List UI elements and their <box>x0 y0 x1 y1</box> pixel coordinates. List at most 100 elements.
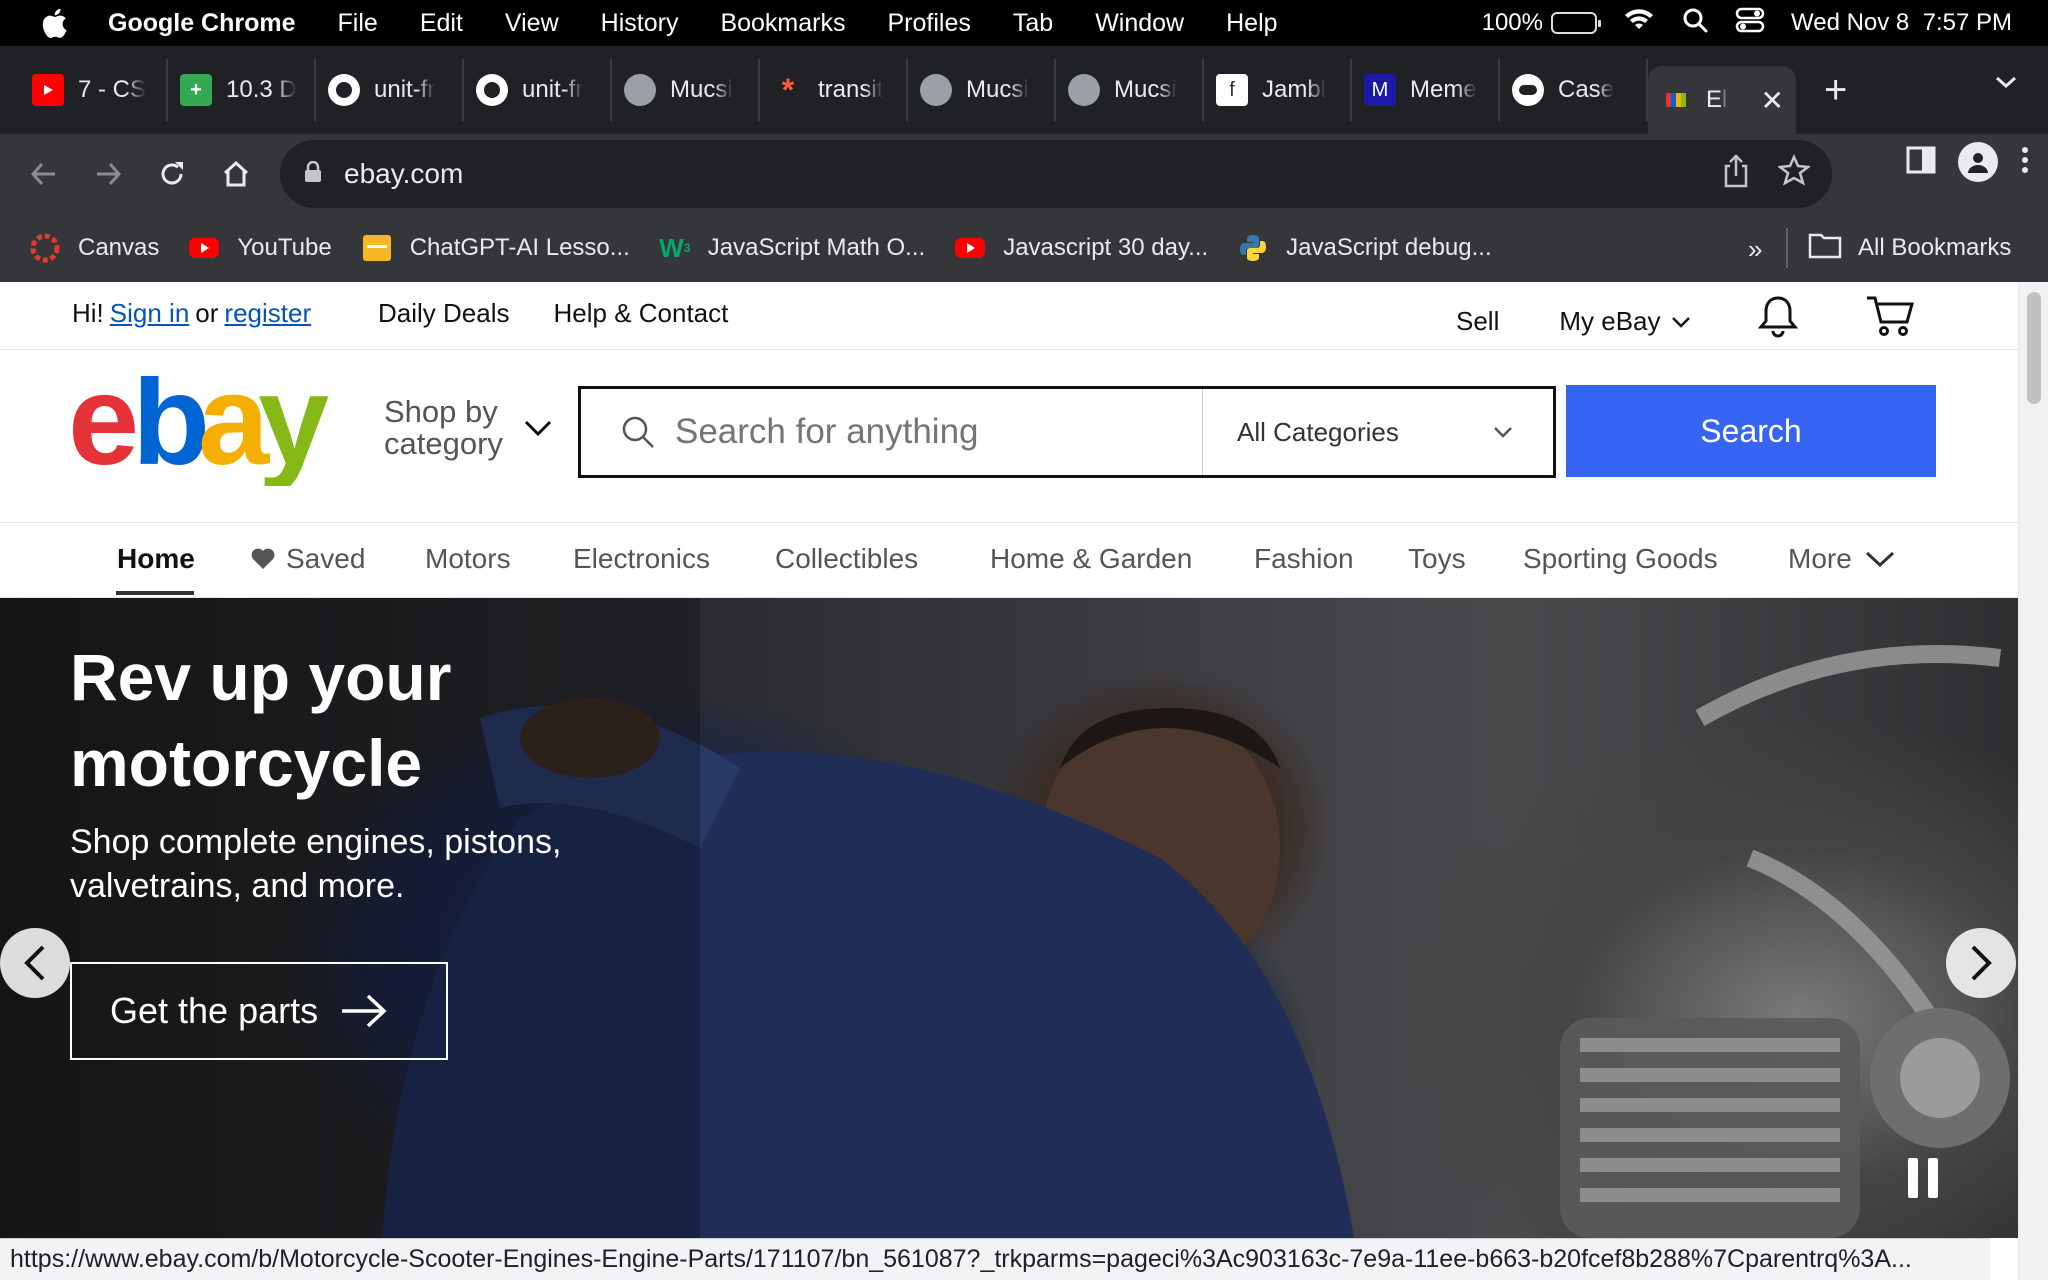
side-panel-icon[interactable] <box>1906 146 1936 179</box>
tab-4[interactable]: unit-fr <box>464 59 612 121</box>
menu-file[interactable]: File <box>338 9 378 38</box>
bookmark-javascript-math[interactable]: W3 JavaScript Math O... <box>658 231 925 265</box>
new-tab-icon[interactable]: + <box>1824 68 1847 113</box>
get-the-parts-button[interactable]: Get the parts <box>70 962 448 1060</box>
carousel-prev-button[interactable] <box>0 928 70 998</box>
menu-profiles[interactable]: Profiles <box>888 9 971 38</box>
tab-active-ebay[interactable]: El ✕ <box>1648 66 1796 134</box>
my-ebay-dropdown[interactable]: My eBay <box>1559 306 1690 337</box>
or-text: or <box>195 298 219 328</box>
page-scrollbar[interactable] <box>2018 282 2048 1280</box>
bookmark-youtube[interactable]: YouTube <box>187 231 332 265</box>
address-bar[interactable]: ebay.com <box>280 140 1832 208</box>
notification-bell-icon[interactable] <box>1757 294 1799 345</box>
menu-view[interactable]: View <box>505 9 559 38</box>
menu-tab[interactable]: Tab <box>1013 9 1053 38</box>
link-status-bar: https://www.ebay.com/b/Motorcycle-Scoote… <box>0 1238 1990 1280</box>
control-center-icon[interactable] <box>1735 6 1765 41</box>
nav-electronics[interactable]: Electronics <box>573 543 710 575</box>
menu-bookmarks[interactable]: Bookmarks <box>720 9 845 38</box>
reload-icon[interactable] <box>140 142 204 206</box>
ebay-logo[interactable]: e b a y <box>68 349 339 492</box>
arrow-right-icon <box>342 994 387 1028</box>
my-ebay-label: My eBay <box>1559 306 1661 336</box>
help-contact-link[interactable]: Help & Contact <box>554 298 729 329</box>
tab-7[interactable]: Mucsi <box>908 59 1056 121</box>
tab-title: unit-fr <box>522 76 584 103</box>
category-select[interactable]: All Categories <box>1202 389 1553 475</box>
carousel-next-button[interactable] <box>1946 928 2016 998</box>
nav-motors[interactable]: Motors <box>425 543 511 575</box>
nav-fashion[interactable]: Fashion <box>1254 543 1354 575</box>
tab-10[interactable]: M Meme <box>1352 59 1500 121</box>
bookmark-chatgpt-ai-lesson[interactable]: ChatGPT-AI Lesso... <box>360 231 630 265</box>
bookmarks-overflow-button[interactable]: » <box>1748 234 1762 265</box>
nav-home-garden[interactable]: Home & Garden <box>990 543 1192 575</box>
youtube-icon <box>187 231 221 265</box>
nav-home[interactable]: Home <box>117 543 195 575</box>
url-text[interactable]: ebay.com <box>344 158 463 190</box>
bookmark-canvas[interactable]: Canvas <box>28 231 159 265</box>
tab-search-chevron-icon[interactable] <box>1994 74 2018 95</box>
bookmark-star-icon[interactable] <box>1776 153 1812 195</box>
tab-3[interactable]: unit-fr <box>316 59 464 121</box>
menu-window[interactable]: Window <box>1095 9 1184 38</box>
back-arrow-icon[interactable] <box>12 142 76 206</box>
tab-close-icon[interactable]: ✕ <box>1761 84 1784 117</box>
bookmarks-bar: Canvas YouTube ChatGPT-AI Lesso... W3 Ja… <box>0 214 2048 282</box>
battery-status[interactable]: 100% <box>1482 9 1601 37</box>
tab-8[interactable]: Mucsi <box>1056 59 1204 121</box>
scrollbar-thumb[interactable] <box>2027 292 2041 404</box>
share-icon[interactable] <box>1722 154 1750 195</box>
chrome-tab-strip: 7 - CS + 10.3 D unit-fr unit-fr Mucsi * … <box>0 46 2048 134</box>
shop-by-category-dropdown[interactable]: Shop by category <box>384 396 553 460</box>
tab-11[interactable]: Case <box>1500 59 1648 121</box>
tab-1[interactable]: 7 - CS <box>20 59 168 121</box>
m-icon: M <box>1364 74 1396 106</box>
lock-icon[interactable] <box>304 158 322 190</box>
tab-5[interactable]: Mucsi <box>612 59 760 121</box>
heart-icon <box>251 548 275 569</box>
w3-icon: W3 <box>659 232 691 263</box>
svg-text:e: e <box>68 376 135 486</box>
clock-datetime[interactable]: Wed Nov 8 7:57 PM <box>1791 9 2012 37</box>
wifi-icon[interactable] <box>1623 7 1655 40</box>
menu-help[interactable]: Help <box>1226 9 1277 38</box>
forward-arrow-icon[interactable] <box>76 142 140 206</box>
canvas-icon <box>28 231 62 265</box>
chrome-menu-icon[interactable] <box>2020 145 2030 180</box>
daily-deals-link[interactable]: Daily Deals <box>378 298 510 329</box>
home-icon[interactable] <box>204 142 268 206</box>
spotlight-search-icon[interactable] <box>1681 6 1709 41</box>
tab-2[interactable]: + 10.3 D <box>168 59 316 121</box>
green-plus-icon: + <box>180 74 212 106</box>
all-bookmarks-button[interactable]: All Bookmarks <box>1808 214 2011 282</box>
nav-collectibles[interactable]: Collectibles <box>775 543 918 575</box>
carousel-pause-icon[interactable] <box>1908 1158 1954 1218</box>
nav-toys[interactable]: Toys <box>1408 543 1466 575</box>
bookmark-javascript-30-day[interactable]: Javascript 30 day... <box>953 231 1208 265</box>
chrome-dino-icon <box>1512 74 1544 106</box>
app-name-menu[interactable]: Google Chrome <box>108 9 296 38</box>
greeting-text: Hi! <box>72 298 104 328</box>
cart-icon[interactable] <box>1865 294 1915 345</box>
sign-in-link[interactable]: Sign in <box>110 298 190 329</box>
bookmark-javascript-debug[interactable]: JavaScript debug... <box>1236 231 1492 265</box>
menu-edit[interactable]: Edit <box>420 9 463 38</box>
nav-home-underline <box>116 591 194 595</box>
profile-avatar-icon[interactable] <box>1958 142 1998 182</box>
sell-link[interactable]: Sell <box>1456 306 1499 337</box>
nav-sporting-goods[interactable]: Sporting Goods <box>1523 543 1718 575</box>
search-input[interactable] <box>675 405 1185 459</box>
tab-title: Meme <box>1410 76 1477 103</box>
apple-menu-icon[interactable] <box>0 8 108 38</box>
tab-6[interactable]: * transit <box>760 59 908 121</box>
menu-history[interactable]: History <box>601 9 679 38</box>
register-link[interactable]: register <box>224 298 311 329</box>
nav-more[interactable]: More <box>1788 543 1896 575</box>
nav-saved[interactable]: Saved <box>250 543 365 575</box>
search-button[interactable]: Search <box>1566 385 1936 477</box>
folder-doc-icon <box>360 231 394 265</box>
hero-banner[interactable]: Rev up your motorcycle Shop complete eng… <box>0 598 2018 1238</box>
tab-9[interactable]: f Jambl <box>1204 59 1352 121</box>
